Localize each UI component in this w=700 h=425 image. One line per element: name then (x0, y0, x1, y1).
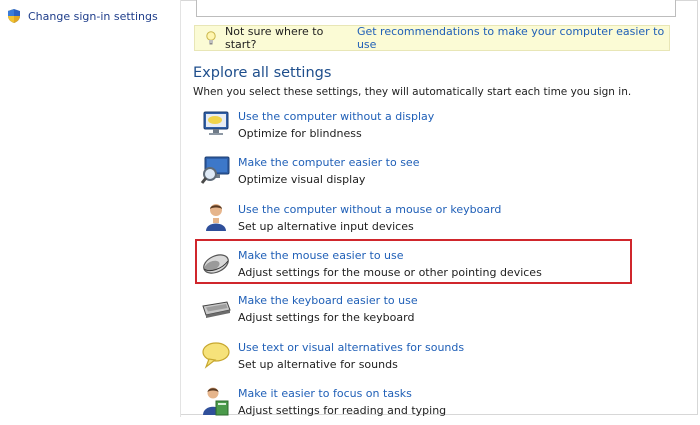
setting-item-sound-alternatives[interactable]: Use text or visual alternatives for soun… (200, 339, 630, 379)
setting-item-title[interactable]: Make the keyboard easier to use (238, 294, 418, 307)
setting-item-title[interactable]: Make the computer easier to see (238, 156, 419, 169)
left-pane: Change sign-in settings (0, 0, 180, 417)
person-icon (200, 201, 232, 233)
setting-item-easier-to-see[interactable]: Make the computer easier to see Optimize… (200, 154, 630, 194)
setting-item-title[interactable]: Use the computer without a mouse or keyb… (238, 203, 501, 216)
setting-item-without-display[interactable]: Use the computer without a display Optim… (200, 108, 630, 148)
setting-item-subtitle: Adjust settings for reading and typing (238, 404, 447, 417)
section-title: Explore all settings (193, 65, 332, 81)
setting-item-focus-tasks[interactable]: Make it easier to focus on tasks Adjust … (200, 385, 630, 425)
top-panel-box (196, 0, 676, 17)
person-book-icon (200, 385, 232, 417)
setting-item-subtitle: Adjust settings for the keyboard (238, 311, 415, 324)
pane-divider (180, 0, 181, 417)
get-recommendations-link[interactable]: Get recommendations to make your compute… (357, 25, 669, 51)
tip-bar: Not sure where to start? Get recommendat… (194, 25, 670, 51)
setting-item-title[interactable]: Use the computer without a display (238, 110, 434, 123)
shield-icon (6, 8, 22, 24)
setting-item-title[interactable]: Use text or visual alternatives for soun… (238, 341, 464, 354)
change-signin-settings-link[interactable]: Change sign-in settings (6, 8, 158, 24)
magnifier-monitor-icon (200, 154, 232, 186)
keyboard-icon (200, 292, 232, 324)
monitor-icon (200, 108, 232, 140)
lightbulb-icon (203, 30, 219, 46)
speech-bubble-icon (200, 339, 232, 371)
tip-question: Not sure where to start? (225, 25, 324, 51)
highlight-box (195, 239, 632, 284)
change-signin-label: Change sign-in settings (28, 9, 158, 23)
setting-item-without-mouse-keyboard[interactable]: Use the computer without a mouse or keyb… (200, 201, 630, 241)
setting-item-keyboard-easier[interactable]: Make the keyboard easier to use Adjust s… (200, 292, 630, 332)
setting-item-subtitle: Set up alternative for sounds (238, 358, 398, 371)
setting-item-subtitle: Optimize visual display (238, 173, 366, 186)
section-description: When you select these settings, they wil… (193, 86, 632, 98)
setting-item-title[interactable]: Make it easier to focus on tasks (238, 387, 412, 400)
setting-item-subtitle: Optimize for blindness (238, 127, 362, 140)
setting-item-subtitle: Set up alternative input devices (238, 220, 414, 233)
